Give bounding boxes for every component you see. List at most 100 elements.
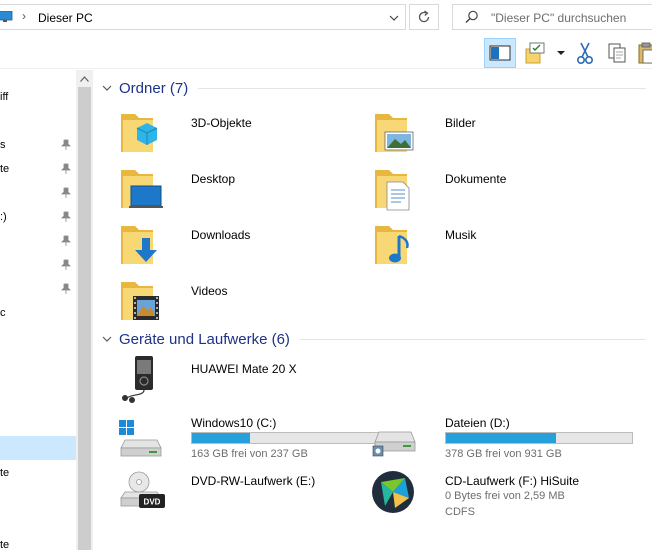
folder-label: 3D-Objekte [191, 116, 252, 130]
nav-item[interactable]: s [0, 134, 76, 158]
windows-drive-icon [119, 420, 162, 457]
dropdown-arrow-icon [557, 51, 565, 55]
select-all-button[interactable] [522, 38, 548, 68]
address-field[interactable]: › Dieser PC [0, 4, 406, 30]
drive-free-space: 378 GB frei von 931 GB [445, 448, 562, 460]
drive-icon [372, 431, 416, 457]
pin-icon [61, 259, 71, 270]
3d-objects-folder-icon [121, 114, 158, 152]
svg-text:DVD: DVD [144, 498, 161, 507]
drive-windows10-c[interactable]: Windows10 (C:) 163 GB frei von 237 GB [117, 410, 379, 468]
chevron-down-icon[interactable] [384, 9, 404, 27]
drive-filesystem: CDFS [445, 506, 475, 518]
nav-scrollbar[interactable] [76, 70, 93, 550]
search-placeholder: "Dieser PC" durchsuchen [491, 11, 627, 25]
toolbar [0, 36, 652, 70]
hisuite-icon [372, 471, 414, 513]
media-player-icon [122, 356, 153, 403]
search-field[interactable]: "Dieser PC" durchsuchen [452, 4, 652, 30]
nav-item-label: c [0, 307, 6, 319]
drive-label: Dateien (D:) [445, 416, 510, 430]
drive-free-space: 0 Bytes frei von 2,59 MB [445, 490, 565, 502]
clipboard-icon [638, 42, 652, 64]
toolbar-divider [0, 68, 652, 69]
drive-usage-fill [192, 433, 250, 443]
group-header-devices[interactable]: Geräte und Laufwerke (6) [101, 328, 646, 350]
nav-item[interactable]: te [0, 534, 76, 550]
cut-button[interactable] [572, 38, 598, 68]
group-header-folders[interactable]: Ordner (7) [101, 77, 646, 99]
nav-item-label: te [0, 163, 10, 175]
drive-dvd-e[interactable]: DVD DVD-RW-Laufwerk (E:) [117, 468, 377, 526]
nav-item[interactable] [0, 278, 76, 302]
nav-item[interactable]: :) [0, 206, 76, 230]
nav-item[interactable] [0, 182, 76, 206]
nav-item-label: te [0, 539, 10, 550]
scroll-up-arrow-icon [80, 75, 89, 82]
nav-item[interactable]: te [0, 462, 76, 486]
paste-button[interactable] [636, 38, 652, 68]
nav-item[interactable] [0, 254, 76, 278]
pin-icon [61, 211, 71, 222]
folder-music[interactable]: Musik [371, 220, 611, 272]
drive-label: DVD-RW-Laufwerk (E:) [191, 474, 316, 488]
folder-documents[interactable]: Dokumente [371, 164, 611, 216]
folder-label: Videos [191, 284, 228, 298]
drive-free-space: 163 GB frei von 237 GB [191, 448, 308, 460]
folder-label: Downloads [191, 228, 251, 242]
quick-access-dropdown[interactable] [554, 38, 568, 68]
copy-button[interactable] [604, 38, 630, 68]
folder-label: Musik [445, 228, 477, 242]
dvd-drive-icon: DVD [120, 471, 165, 508]
refresh-icon [418, 10, 430, 23]
nav-item[interactable]: c [0, 302, 76, 326]
address-bar: › Dieser PC "Dieser PC" durchsuchen [0, 0, 652, 36]
drive-label: Windows10 (C:) [191, 416, 277, 430]
videos-folder-icon [121, 282, 159, 320]
drive-hisuite-f[interactable]: CD-Laufwerk (F:) HiSuite 0 Bytes frei vo… [371, 468, 631, 526]
nav-item-label: iff [0, 91, 9, 103]
navigation-pane: iff s te :) c te te [0, 70, 76, 550]
scroll-up-button[interactable] [76, 70, 93, 87]
drive-dateien-d[interactable]: Dateien (D:) 378 GB frei von 931 GB [371, 410, 633, 468]
nav-item[interactable]: te [0, 158, 76, 182]
preview-pane-icon [489, 45, 511, 61]
group-title-devices: Geräte und Laufwerke (6) [119, 330, 290, 348]
drive-usage-fill [446, 433, 556, 443]
folder-pictures[interactable]: Bilder [371, 108, 611, 160]
folder-label: Bilder [445, 116, 476, 130]
nav-item-label: :) [0, 211, 7, 223]
folder-label: Desktop [191, 172, 236, 186]
nav-item[interactable] [0, 230, 76, 254]
breadcrumb-this-pc[interactable]: Dieser PC [38, 11, 93, 25]
drive-usage-bar [191, 432, 379, 444]
pictures-folder-icon [375, 114, 414, 152]
group-divider [299, 338, 646, 340]
refresh-button[interactable] [409, 4, 439, 30]
breadcrumb-separator[interactable]: › [22, 9, 26, 23]
group-divider [198, 87, 646, 89]
folder-3d-objects[interactable]: 3D-Objekte [117, 108, 357, 160]
drive-usage-bar [445, 432, 633, 444]
pin-icon [61, 163, 71, 174]
group-title-folders: Ordner (7) [119, 79, 189, 97]
nav-item-label: te [0, 467, 10, 479]
music-folder-icon [375, 226, 409, 264]
folder-label: Dokumente [445, 172, 507, 186]
pin-icon [61, 283, 71, 294]
scroll-thumb[interactable] [78, 87, 91, 550]
scissors-icon [576, 42, 594, 65]
folder-downloads[interactable]: Downloads [117, 220, 357, 272]
nav-item-this-pc-selected[interactable] [0, 436, 76, 460]
nav-item[interactable]: iff [0, 86, 76, 110]
chevron-down-icon [102, 85, 112, 91]
folder-videos[interactable]: Videos [117, 276, 357, 328]
pin-icon [61, 187, 71, 198]
copy-icon [608, 43, 626, 63]
folder-desktop[interactable]: Desktop [117, 164, 357, 216]
device-label: HUAWEI Mate 20 X [191, 362, 297, 376]
preview-pane-button[interactable] [484, 38, 516, 68]
device-huawei-phone[interactable]: HUAWEI Mate 20 X [117, 354, 357, 406]
nav-item-label: s [0, 139, 6, 151]
drive-label: CD-Laufwerk (F:) HiSuite [445, 474, 580, 488]
